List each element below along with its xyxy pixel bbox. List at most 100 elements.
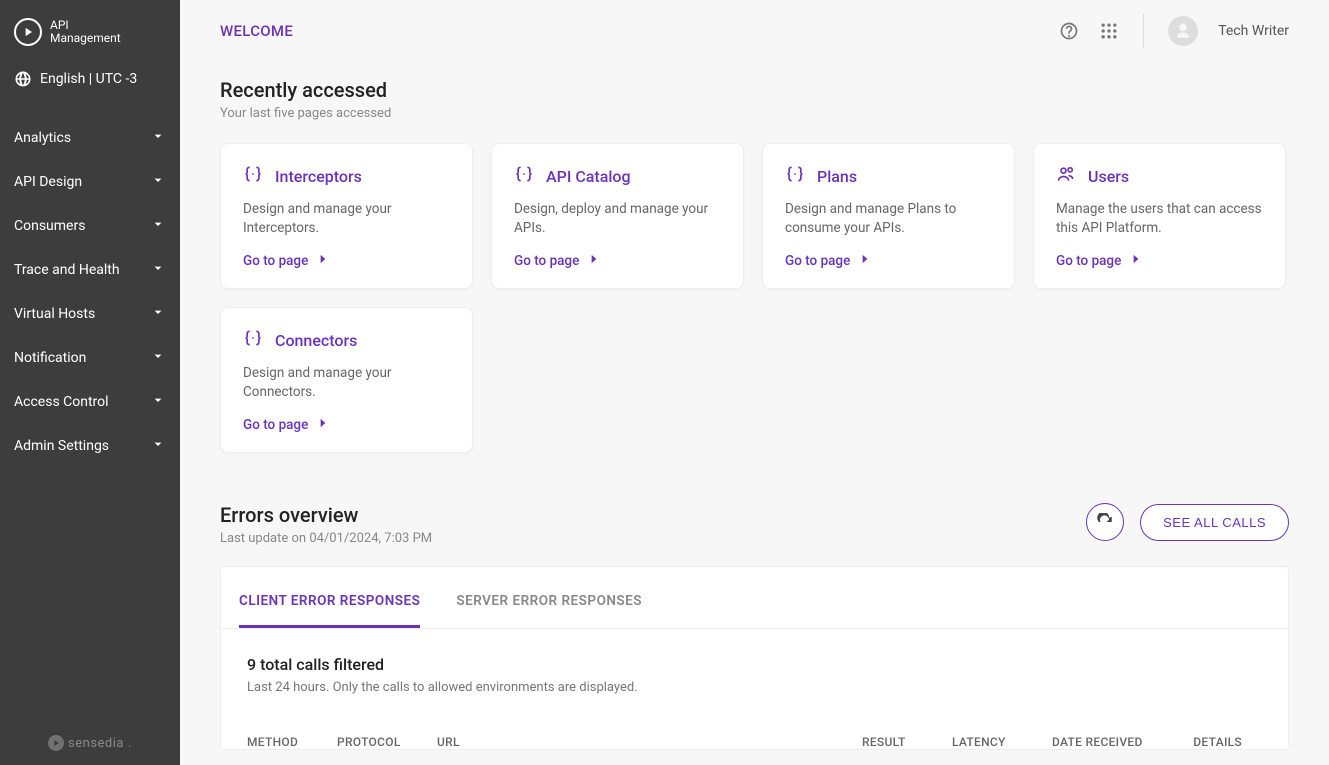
chevron-down-icon [150,348,166,368]
go-to-page-link[interactable]: Go to page [785,252,872,270]
chevron-down-icon [150,216,166,236]
tab-server-error-responses[interactable]: SERVER ERROR RESPONSES [456,593,642,628]
recent-card-connectors: Connectors Design and manage your Connect… [220,307,473,453]
nav-item-label: Analytics [14,130,71,146]
see-all-calls-button[interactable]: SEE ALL CALLS [1140,504,1289,541]
errors-panel: CLIENT ERROR RESPONSES SERVER ERROR RESPO… [220,566,1289,750]
card-description: Design and manage your Interceptors. [243,200,450,238]
recent-card-interceptors: InterceptorsDesign and manage your Inter… [220,143,473,289]
footer-dot: . [128,736,132,751]
username: Tech Writer [1218,23,1289,39]
footer-text: sensedia [68,736,124,751]
recent-card-users: Users Manage the users that can access th… [1033,143,1286,289]
language-label: English | UTC -3 [40,71,137,87]
nav-item-label: Admin Settings [14,438,109,454]
language-selector[interactable]: English | UTC -3 [0,60,180,106]
chevron-down-icon [150,260,166,280]
braces-icon [785,164,805,188]
nav-item-access-control[interactable]: Access Control [0,380,180,424]
go-to-page-link[interactable]: Go to page [514,252,601,270]
filter-subtitle: Last 24 hours. Only the calls to allowed… [247,680,1262,695]
braces-icon [243,328,263,352]
topbar-right: Tech Writer [1059,14,1289,48]
nav-item-label: Trace and Health [14,262,120,278]
col-result: RESULT [862,735,952,749]
col-date: DATE RECEIVED [1052,735,1192,749]
card-link-label: Go to page [243,417,308,433]
chevron-down-icon [150,172,166,192]
go-to-page-link[interactable]: Go to page [1056,252,1143,270]
card-title: Users [1088,167,1129,186]
braces-icon [243,164,263,188]
refresh-icon [1096,513,1114,531]
card-link-label: Go to page [1056,253,1121,269]
chevron-right-icon [858,252,872,270]
chevron-down-icon [150,436,166,456]
recent-card-plans: Plans Design and manage Plans to consume … [762,143,1015,289]
sidebar: API Management English | UTC -3 Analytic… [0,0,180,765]
card-link-label: Go to page [514,253,579,269]
chevron-down-icon [150,304,166,324]
card-description: Manage the users that can access this AP… [1056,200,1263,238]
col-details: DETAILS [1192,735,1262,749]
nav-item-notification[interactable]: Notification [0,336,180,380]
card-title: Connectors [275,331,357,350]
table-header-row: METHOD PROTOCOL URL RESULT LATENCY DATE … [247,735,1262,749]
chevron-down-icon [150,128,166,148]
col-protocol: PROTOCOL [337,735,437,749]
nav-item-label: API Design [14,174,82,190]
nav-item-consumers[interactable]: Consumers [0,204,180,248]
nav-item-trace-and-health[interactable]: Trace and Health [0,248,180,292]
nav-item-label: Access Control [14,394,109,410]
nav-item-analytics[interactable]: Analytics [0,116,180,160]
apps-icon[interactable] [1099,21,1119,41]
panel-body: 9 total calls filtered Last 24 hours. On… [221,629,1288,749]
errors-subtitle: Last update on 04/01/2024, 7:03 PM [220,531,432,546]
footer-icon [48,735,64,751]
chevron-right-icon [587,252,601,270]
nav-item-api-design[interactable]: API Design [0,160,180,204]
logo: API Management [0,0,180,60]
divider [1143,14,1144,48]
avatar[interactable] [1168,16,1198,46]
brand-footer: sensedia . [0,735,180,751]
logo-icon [14,18,42,46]
logo-line2: Management [50,32,121,45]
page-title: WELCOME [220,22,293,40]
go-to-page-link[interactable]: Go to page [243,416,330,434]
card-description: Design and manage Plans to consume your … [785,200,992,238]
errors-actions: SEE ALL CALLS [1086,503,1289,541]
help-icon[interactable] [1059,21,1079,41]
go-to-page-link[interactable]: Go to page [243,252,330,270]
refresh-button[interactable] [1086,503,1124,541]
globe-icon [14,70,32,88]
tab-client-error-responses[interactable]: CLIENT ERROR RESPONSES [239,593,420,628]
filter-title: 9 total calls filtered [247,655,1262,674]
nav-item-label: Consumers [14,218,85,234]
card-title: Plans [817,167,857,186]
nav-item-label: Notification [14,350,86,366]
card-link-label: Go to page [243,253,308,269]
chevron-right-icon [1129,252,1143,270]
card-title: API Catalog [546,167,631,186]
recent-cards: InterceptorsDesign and manage your Inter… [220,143,1289,453]
card-description: Design and manage your Connectors. [243,364,450,402]
chevron-down-icon [150,392,166,412]
nav-item-label: Virtual Hosts [14,306,95,322]
card-description: Design, deploy and manage your APIs. [514,200,721,238]
recent-title: Recently accessed [220,78,1289,102]
braces-icon [514,164,534,188]
logo-text: API Management [50,19,121,45]
content: Recently accessed Your last five pages a… [180,48,1329,765]
nav-item-virtual-hosts[interactable]: Virtual Hosts [0,292,180,336]
col-latency: LATENCY [952,735,1052,749]
errors-title: Errors overview [220,503,432,527]
recent-subtitle: Your last five pages accessed [220,106,1289,121]
topbar: WELCOME Tech Writer [180,0,1329,48]
card-link-label: Go to page [785,253,850,269]
chevron-right-icon [316,252,330,270]
col-url: URL [437,735,862,749]
nav-item-admin-settings[interactable]: Admin Settings [0,424,180,468]
main: WELCOME Tech Writer Recently accessed Yo… [180,0,1329,765]
chevron-right-icon [316,416,330,434]
